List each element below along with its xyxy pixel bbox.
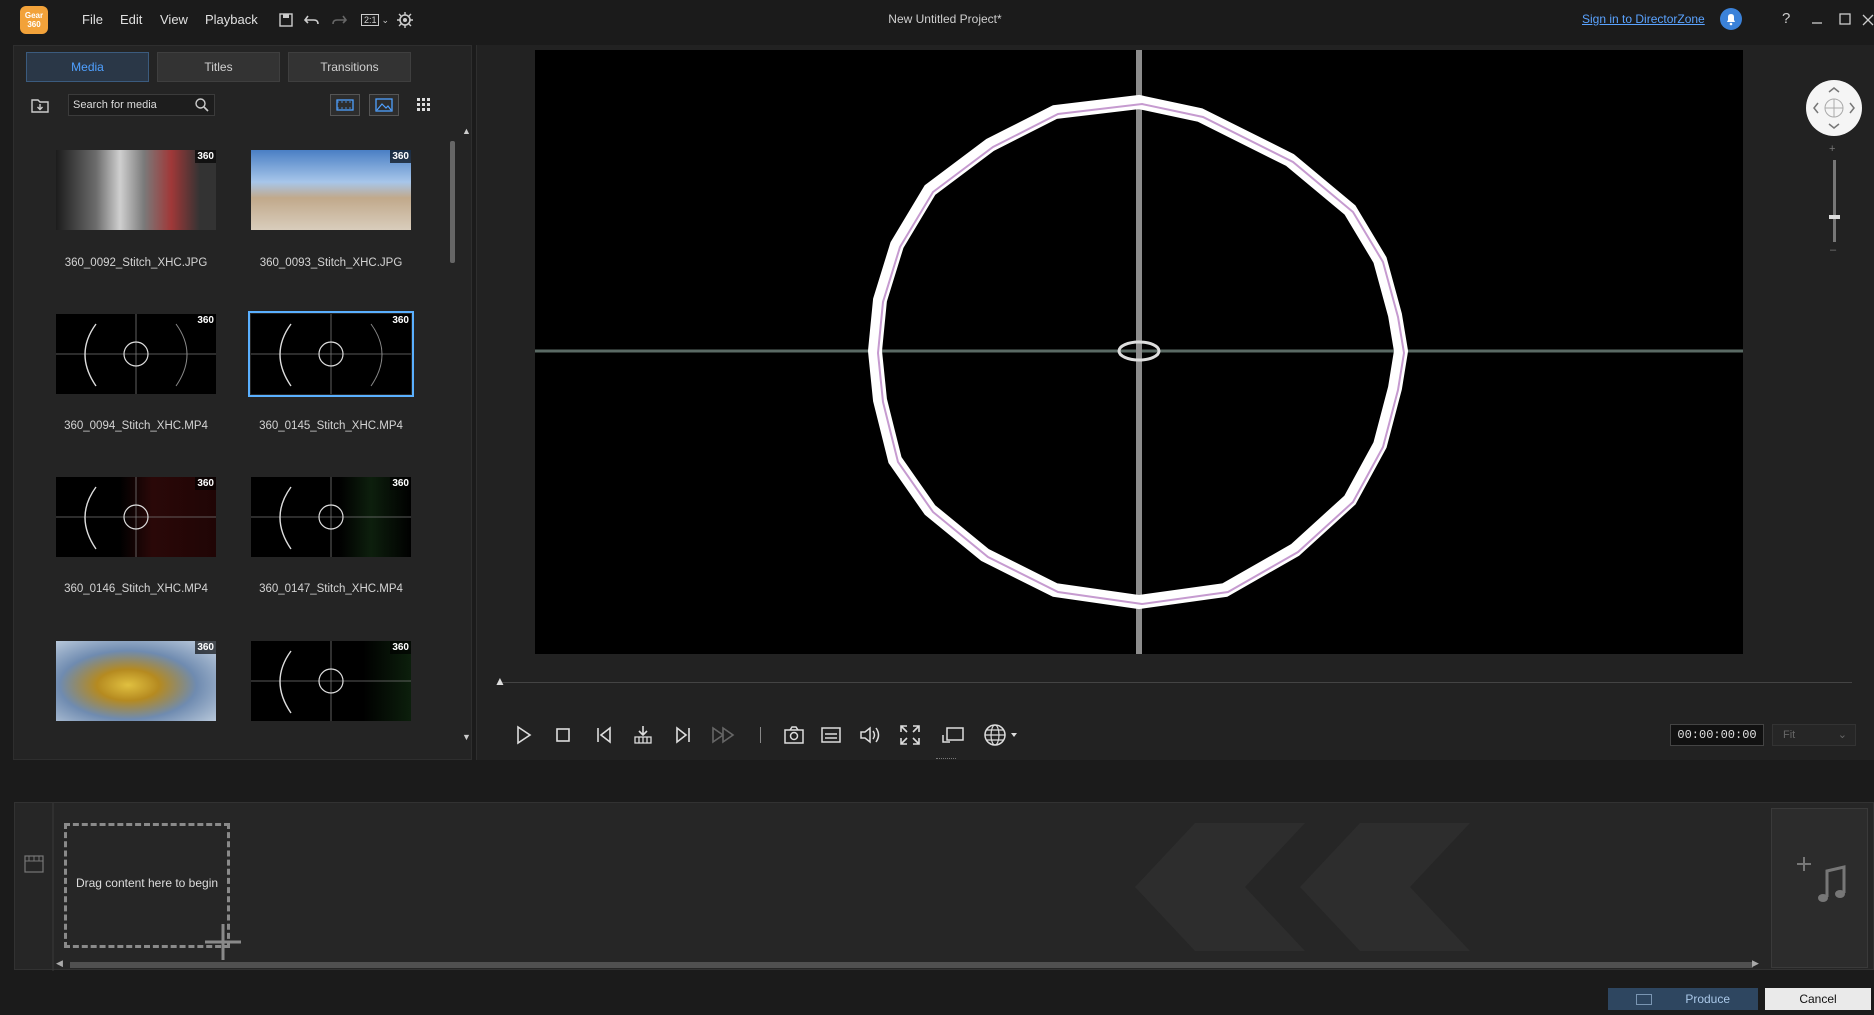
tab-transitions[interactable]: Transitions bbox=[288, 52, 411, 82]
toolbar-divider bbox=[760, 727, 761, 743]
media-panel: Media Titles Transitions Search for medi… bbox=[13, 45, 472, 760]
search-input[interactable]: Search for media bbox=[68, 94, 215, 116]
storyboard-icon[interactable] bbox=[24, 855, 44, 876]
scroll-right-arrow[interactable]: ▶ bbox=[1752, 958, 1759, 969]
chevron-down-icon: ⌄ bbox=[1837, 729, 1847, 741]
produce-icon bbox=[1635, 994, 1652, 1006]
produce-button[interactable]: Produce bbox=[1608, 988, 1758, 1010]
badge-360: 360 bbox=[390, 314, 411, 327]
produce-label: Produce bbox=[1685, 992, 1731, 1006]
snapshot-icon[interactable] bbox=[781, 722, 807, 748]
split-icon[interactable] bbox=[630, 722, 656, 748]
help-icon[interactable]: ? bbox=[1782, 10, 1800, 28]
media-thumbnail[interactable]: 360 bbox=[251, 641, 411, 721]
zoom-slider[interactable] bbox=[1833, 160, 1836, 242]
badge-360: 360 bbox=[195, 314, 216, 327]
play-icon[interactable] bbox=[510, 722, 536, 748]
tab-titles[interactable]: Titles bbox=[157, 52, 280, 82]
music-track[interactable] bbox=[1771, 808, 1868, 968]
media-thumbnail[interactable]: 360 bbox=[56, 314, 216, 394]
video-preview[interactable] bbox=[535, 50, 1743, 654]
media-label: 360_0094_Stitch_XHC.MP4 bbox=[64, 420, 208, 432]
volume-icon[interactable] bbox=[857, 722, 883, 748]
maximize-icon[interactable] bbox=[1836, 10, 1854, 28]
fast-forward-icon[interactable] bbox=[711, 722, 737, 748]
scroll-left-arrow[interactable]: ◀ bbox=[56, 958, 63, 969]
media-thumbnail[interactable]: 360 bbox=[251, 150, 411, 230]
media-label: 360_0147_Stitch_XHC.MP4 bbox=[259, 583, 403, 595]
scroll-up-arrow[interactable]: ▲ bbox=[462, 126, 471, 136]
previous-frame-icon[interactable] bbox=[591, 722, 617, 748]
media-thumbnail[interactable]: 360 bbox=[56, 641, 216, 721]
close-icon[interactable] bbox=[1862, 10, 1874, 28]
media-scrollbar-thumb[interactable] bbox=[450, 141, 455, 263]
zoom-in-icon[interactable]: + bbox=[1829, 143, 1835, 155]
title-bar: Gear 360 File Edit View Playback 2:1 ⌄ N… bbox=[0, 0, 1874, 40]
grid-view-icon[interactable] bbox=[416, 97, 432, 116]
fit-select-value: Fit bbox=[1783, 729, 1796, 741]
cancel-button[interactable]: Cancel bbox=[1765, 988, 1871, 1010]
media-label: 360_0093_Stitch_XHC.JPG bbox=[259, 257, 403, 269]
media-label: 360_0146_Stitch_XHC.MP4 bbox=[64, 583, 208, 595]
navigation-control[interactable] bbox=[1806, 80, 1862, 136]
scrubber-handle[interactable]: ▲ bbox=[494, 674, 506, 688]
badge-360: 360 bbox=[195, 477, 216, 490]
badge-360: 360 bbox=[195, 150, 216, 163]
media-label: 360_0092_Stitch_XHC.JPG bbox=[64, 257, 208, 269]
drop-zone-text: Drag content here to begin bbox=[75, 876, 219, 890]
fullscreen-icon[interactable] bbox=[897, 722, 923, 748]
storyboard-area[interactable] bbox=[14, 802, 1874, 971]
tab-media[interactable]: Media bbox=[26, 52, 149, 82]
filter-video-icon[interactable] bbox=[330, 94, 360, 116]
search-icon[interactable] bbox=[194, 97, 210, 116]
minimize-icon[interactable] bbox=[1808, 10, 1826, 28]
view-mode-select[interactable] bbox=[982, 722, 1022, 748]
stop-icon[interactable] bbox=[550, 722, 576, 748]
scroll-down-arrow[interactable]: ▼ bbox=[462, 732, 471, 742]
media-thumbnail-selected[interactable]: 360 bbox=[248, 311, 414, 397]
filter-image-icon[interactable] bbox=[369, 94, 399, 116]
badge-360: 360 bbox=[195, 641, 216, 654]
external-display-icon[interactable] bbox=[940, 722, 966, 748]
notification-icon[interactable] bbox=[1720, 8, 1742, 30]
add-icon[interactable] bbox=[203, 922, 243, 965]
import-media-icon[interactable] bbox=[30, 96, 50, 117]
media-thumbnail[interactable]: 360 bbox=[56, 150, 216, 230]
timeline-scrollbar[interactable] bbox=[70, 962, 1753, 968]
subtitles-icon[interactable] bbox=[818, 722, 844, 748]
playback-scrubber[interactable] bbox=[500, 682, 1852, 683]
badge-360: 360 bbox=[390, 641, 411, 654]
zoom-slider-thumb[interactable] bbox=[1829, 215, 1840, 219]
badge-360: 360 bbox=[390, 477, 411, 490]
badge-360: 360 bbox=[390, 150, 411, 163]
zoom-out-icon[interactable]: – bbox=[1830, 244, 1836, 256]
timecode-display[interactable]: 00:00:00:00 bbox=[1670, 724, 1764, 746]
fit-select[interactable]: Fit ⌄ bbox=[1772, 724, 1856, 746]
panel-resize-handle[interactable] bbox=[936, 758, 956, 760]
next-frame-icon[interactable] bbox=[670, 722, 696, 748]
sign-in-link[interactable]: Sign in to DirectorZone bbox=[1582, 12, 1705, 26]
media-thumbnail[interactable]: 360 bbox=[56, 477, 216, 557]
media-thumbnail[interactable]: 360 bbox=[251, 477, 411, 557]
media-label: 360_0145_Stitch_XHC.MP4 bbox=[259, 420, 403, 432]
